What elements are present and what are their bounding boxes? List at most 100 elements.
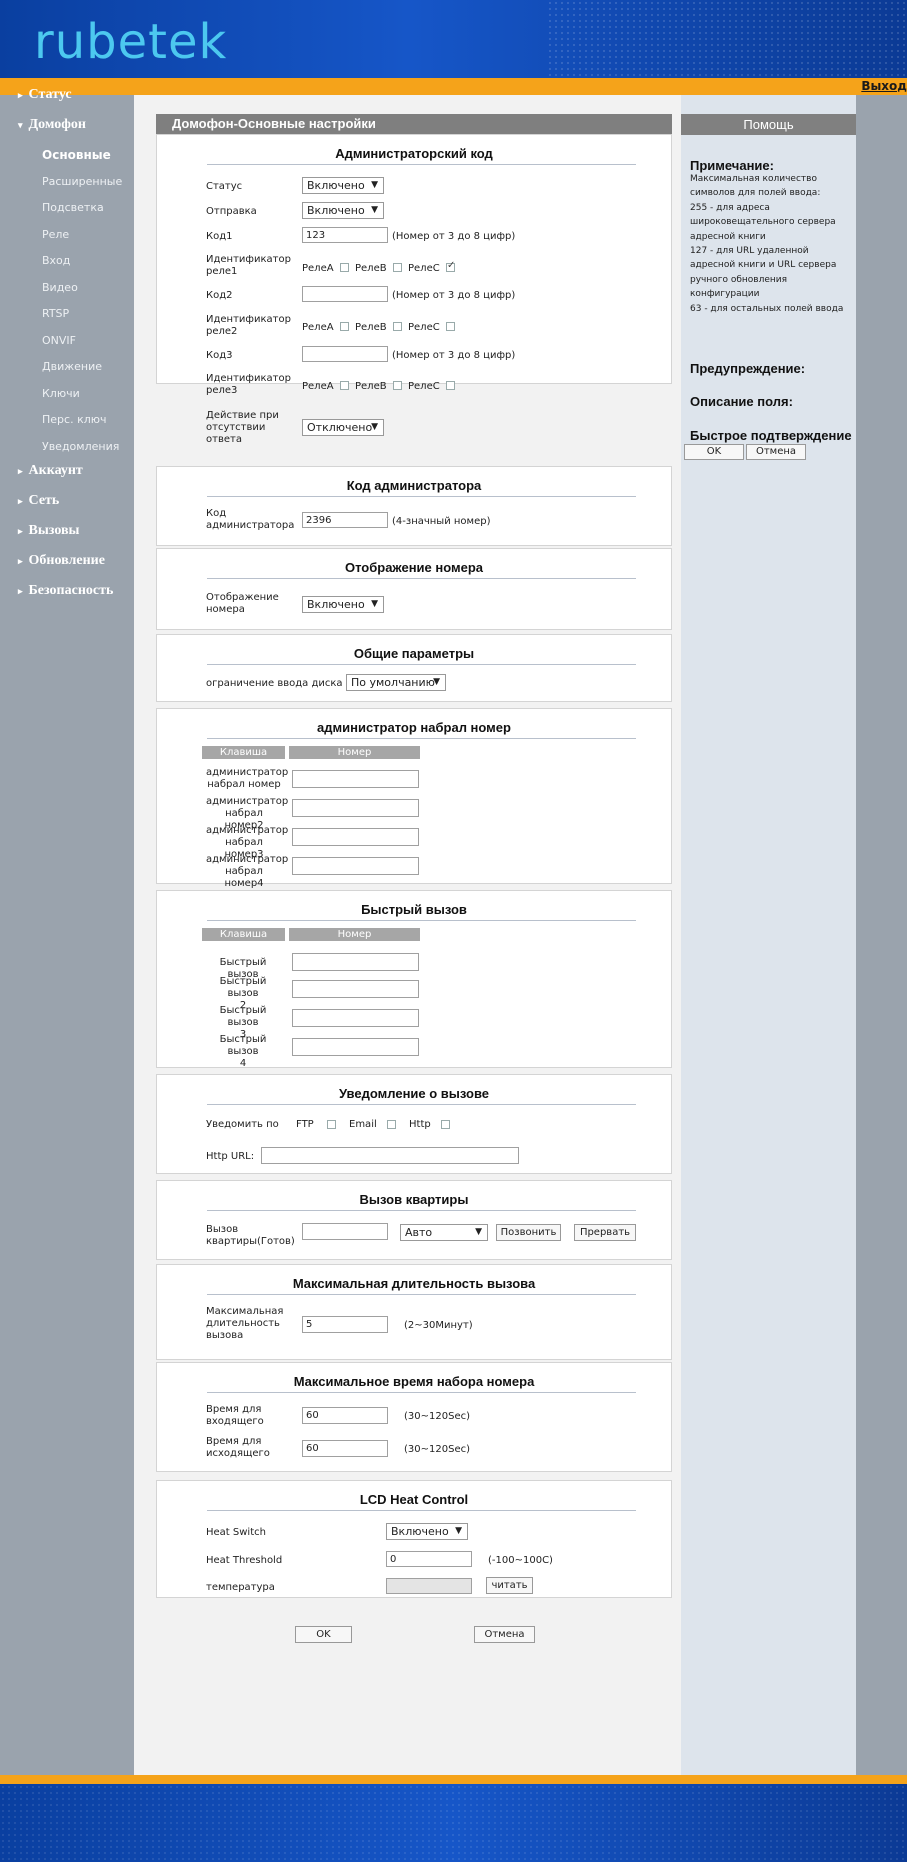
admin-password-input[interactable]: 2396 — [302, 512, 388, 528]
sidebar-subitem-relay[interactable]: Реле — [42, 228, 69, 241]
sidebar-subitem-personal-key[interactable]: Перс. ключ — [42, 413, 107, 426]
speed-dial-input-1[interactable] — [292, 953, 419, 971]
relay3-a-checkbox[interactable] — [340, 381, 349, 390]
sidebar-subitem-notifications[interactable]: Уведомления — [42, 440, 119, 453]
incoming-dial-time-input[interactable]: 60 — [302, 1407, 388, 1424]
hangup-button[interactable]: Прервать — [574, 1224, 636, 1241]
heat-threshold-input[interactable]: 0 — [386, 1551, 472, 1567]
dropdown-arrow-icon: ▼ — [371, 422, 378, 432]
admin-dial-input-3[interactable] — [292, 828, 419, 846]
apartment-number-input[interactable] — [302, 1223, 388, 1240]
http-url-input[interactable] — [261, 1147, 519, 1164]
relay1-c-checkbox[interactable] — [446, 260, 455, 272]
speed-dial-input-4[interactable] — [292, 1038, 419, 1056]
notify-email-checkbox[interactable] — [387, 1120, 396, 1129]
select-value: Включено — [307, 204, 365, 217]
max-call-duration-input[interactable]: 5 — [302, 1316, 388, 1333]
section-general: Общие параметры — [156, 634, 672, 702]
relay2-b-checkbox[interactable] — [393, 322, 402, 331]
ok-button[interactable]: OK — [295, 1626, 352, 1643]
sidebar-subitem-video[interactable]: Видео — [42, 281, 78, 294]
status-label: Статус — [206, 181, 243, 192]
section-title: Максимальная длительность вызова — [292, 1276, 536, 1291]
help-ok-button[interactable]: OK — [684, 444, 744, 460]
sidebar-item-label: Вызовы — [28, 523, 80, 538]
disk-input-limit-select[interactable]: По умолчанию ▼ — [346, 674, 446, 691]
note-line: конфигурации — [690, 289, 760, 300]
email-label: Email — [349, 1119, 377, 1130]
sidebar-item-calls[interactable]: ▸ Вызовы — [0, 523, 134, 539]
heat-threshold-hint: (-100~100C) — [488, 1555, 553, 1566]
note-line: адресной книги — [690, 231, 766, 242]
sidebar-item-network[interactable]: ▸ Сеть — [0, 493, 134, 509]
sidebar-item-security[interactable]: ▸ Безопасность — [0, 583, 134, 599]
relay1-a-checkbox[interactable] — [340, 263, 349, 272]
sidebar-item-update[interactable]: ▸ Обновление — [0, 553, 134, 569]
send-select[interactable]: Включено ▼ — [302, 202, 384, 219]
label-line: Быстрый вызов — [219, 1034, 267, 1057]
code2-input[interactable] — [302, 286, 388, 302]
sidebar-item-label: Домофон — [28, 117, 87, 132]
sidebar-subitem-rtsp[interactable]: RTSP — [42, 307, 69, 320]
relay2-c-checkbox[interactable] — [446, 322, 455, 331]
sidebar-subitem-keys[interactable]: Ключи — [42, 387, 80, 400]
code3-input[interactable] — [302, 346, 388, 362]
warning-title: Предупреждение: — [690, 361, 806, 376]
sidebar-item-status[interactable]: ▸ Статус — [0, 87, 134, 103]
notify-http-checkbox[interactable] — [441, 1120, 450, 1129]
logout-link[interactable]: Выход — [861, 79, 907, 93]
relay-b-label: РелеB — [355, 263, 387, 274]
caret-right-icon: ▸ — [18, 586, 23, 596]
sidebar-subitem-onvif[interactable]: ONVIF — [42, 334, 76, 347]
temperature-input — [386, 1578, 472, 1594]
relay2-a-checkbox[interactable] — [340, 322, 349, 331]
caret-down-icon: ▾ — [18, 120, 23, 130]
section-title: Уведомление о вызове — [338, 1086, 490, 1101]
read-temperature-button[interactable]: читать — [486, 1577, 533, 1594]
column-header-key: Клавиша — [202, 746, 285, 759]
label-line: Время для — [206, 1404, 262, 1415]
help-panel — [681, 95, 856, 1775]
relay3-c-checkbox[interactable] — [446, 381, 455, 390]
label-line: входящего — [206, 1416, 264, 1427]
sidebar-item-account[interactable]: ▸ Аккаунт — [0, 463, 134, 479]
speed-dial-input-2[interactable] — [292, 980, 419, 998]
sidebar-item-label: Аккаунт — [28, 463, 83, 478]
label-line: реле1 — [206, 266, 238, 277]
relay3-b-checkbox[interactable] — [393, 381, 402, 390]
cancel-button[interactable]: Отмена — [474, 1626, 535, 1643]
relay-a-label: РелеА — [302, 263, 334, 274]
caret-right-icon: ▸ — [18, 90, 23, 100]
admin-dial-input-4[interactable] — [292, 857, 419, 875]
admin-dial-input-1[interactable] — [292, 770, 419, 788]
notify-ftp-checkbox[interactable] — [327, 1120, 336, 1129]
relay1-b-checkbox[interactable] — [393, 263, 402, 272]
sidebar-subitem-motion[interactable]: Движение — [42, 360, 102, 373]
call-button[interactable]: Позвонить — [496, 1224, 561, 1241]
speed-dial-input-3[interactable] — [292, 1009, 419, 1027]
section-title: Отображение номера — [344, 560, 484, 575]
label-line: Действие при — [206, 410, 279, 421]
label-line: номера — [206, 604, 245, 615]
no-answer-select[interactable]: Отключено ▼ — [302, 419, 384, 436]
code1-input[interactable]: 123 — [302, 227, 388, 243]
sidebar-item-intercom[interactable]: ▾ Домофон — [0, 117, 134, 133]
rubetek-logo: rubetek — [34, 14, 228, 70]
heat-switch-select[interactable]: Включено ▼ — [386, 1523, 468, 1540]
label-line: администратор — [206, 796, 289, 807]
note-title: Примечание: — [690, 158, 774, 173]
admin-dial-input-2[interactable] — [292, 799, 419, 817]
apartment-call-mode-select[interactable]: Авто ▼ — [400, 1224, 488, 1241]
outgoing-dial-time-input[interactable]: 60 — [302, 1440, 388, 1457]
help-cancel-button[interactable]: Отмена — [746, 444, 806, 460]
sidebar-subitem-input[interactable]: Вход — [42, 254, 70, 267]
sidebar-subitem-basic[interactable]: Основные — [42, 148, 111, 162]
sidebar-subitem-backlight[interactable]: Подсветка — [42, 201, 104, 214]
select-value: Включено — [307, 179, 365, 192]
status-select[interactable]: Включено ▼ — [302, 177, 384, 194]
heat-threshold-label: Heat Threshold — [206, 1555, 283, 1566]
sidebar-subitem-advanced[interactable]: Расширенные — [42, 175, 122, 188]
number-display-select[interactable]: Включено ▼ — [302, 596, 384, 613]
quick-confirm-title: Быстрое подтверждение — [690, 428, 852, 443]
note-line: ручного обновления — [690, 274, 788, 285]
